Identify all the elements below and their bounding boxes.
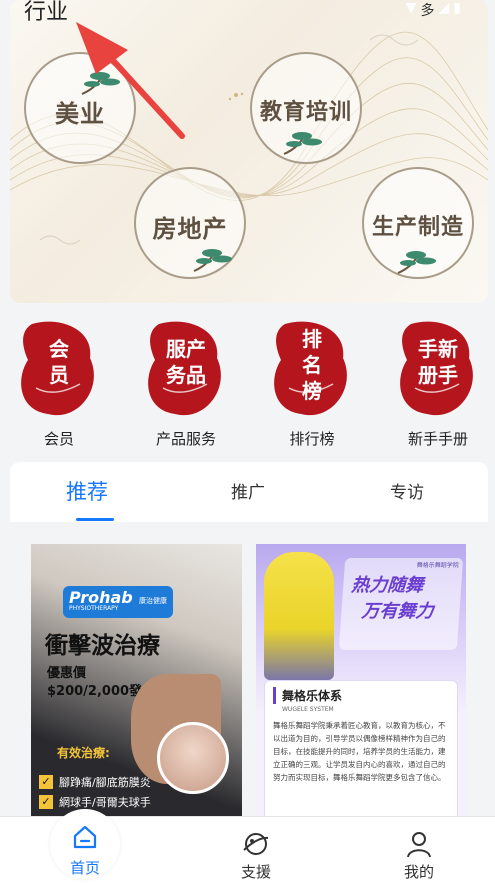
ink-badge-icon: 排名榜	[271, 318, 353, 422]
tab-active-indicator	[76, 518, 114, 521]
brand-name-cn: 康治健康	[139, 597, 167, 605]
treatment-item: ✓ 網球手/哥爾夫球手	[39, 794, 151, 810]
pine-icon	[397, 251, 436, 274]
feed: Prohab 康治健康 PHYSIOTHERAPY 衝擊波治療 優惠價 $200…	[0, 522, 495, 824]
industry-beauty[interactable]: 美业	[24, 52, 136, 164]
ink-text: 会员	[49, 337, 69, 387]
pine-icon	[193, 249, 232, 272]
card-headline: 衝擊波治療	[45, 632, 160, 659]
check-icon: ✓	[39, 795, 53, 809]
bottom-nav: 首页 支援 我的	[0, 809, 495, 885]
nav-mine[interactable]: 我的	[374, 817, 464, 882]
card-title: 舞格乐体系	[273, 687, 449, 704]
feed-card-physio[interactable]: Prohab 康治健康 PHYSIOTHERAPY 衝擊波治療 優惠價 $200…	[31, 544, 242, 824]
treatment-item: ✓ 腳踭痛/腳底筋膜炎	[39, 774, 151, 790]
wifi-icon: ▼	[405, 0, 417, 16]
banner-line-1: 热力随舞	[350, 575, 425, 596]
tab-recommend[interactable]: 推荐	[66, 476, 108, 506]
home-icon	[73, 825, 97, 849]
user-icon	[407, 832, 431, 858]
quick-link-ranking[interactable]: 排名榜 排行榜	[257, 318, 367, 449]
price-value: $200/2,000發	[47, 684, 143, 699]
feed-card-dance[interactable]: 舞格乐舞蹈学院 热力随舞 万有舞力 舞格乐体系 WUGELE SYSTEM 舞格…	[256, 544, 466, 824]
nav-label: 我的	[403, 863, 434, 881]
pine-icon	[283, 132, 322, 155]
ink-text: 排名榜	[302, 327, 322, 403]
ink-badge-icon: 会员	[18, 318, 100, 422]
dance-banner: 舞格乐舞蹈学院 热力随舞 万有舞力	[338, 558, 464, 650]
card-body: 舞格乐舞蹈学院秉承着匠心教育，以教育为核心，不以出道为目的，引导学员以偶像榜样精…	[273, 721, 446, 782]
quick-link-label: 会员	[43, 430, 74, 448]
nav-label: 首页	[69, 859, 100, 877]
treatment-section-label: 有效治療:	[57, 746, 110, 760]
ink-text: 服产务品	[166, 337, 206, 387]
tab-interview[interactable]: 专访	[390, 478, 424, 503]
content-panel: 舞格乐体系 WUGELE SYSTEM 舞格乐舞蹈学院秉承着匠心教育，以教育为核…	[264, 680, 458, 824]
tab-promotion[interactable]: 推广	[231, 478, 265, 503]
ink-text: 手新册手	[418, 337, 458, 387]
planet-icon	[243, 833, 269, 855]
school-logo: 舞格乐舞蹈学院	[416, 562, 459, 569]
industry-manufacturing[interactable]: 生产制造	[362, 167, 474, 279]
dancer-photo	[264, 552, 334, 680]
ink-badge-icon: 服产务品	[145, 318, 227, 422]
battery-icon: ▮	[453, 0, 461, 16]
signal-icon: ◢	[438, 0, 450, 16]
brand-logo: Prohab 康治健康 PHYSIOTHERAPY	[63, 586, 173, 618]
page-title: 行业	[24, 0, 69, 25]
industry-real-estate[interactable]: 房地产	[134, 167, 246, 279]
quick-link-label: 新手手册	[407, 430, 468, 448]
quick-link-member[interactable]: 会员 会员	[4, 318, 114, 449]
nav-support[interactable]: 支援	[211, 817, 301, 882]
quick-link-handbook[interactable]: 手新册手 新手手册	[383, 318, 493, 449]
industry-label: 生产制造	[371, 214, 464, 240]
price-label: 優惠價	[47, 666, 87, 681]
brand-subtitle: PHYSIOTHERAPY	[69, 605, 119, 612]
industry-banner: 美业 教育培训 房地产 生产制造	[10, 0, 488, 303]
therapist-avatar	[157, 722, 229, 794]
industry-label: 教育培训	[259, 99, 352, 125]
quick-links: 会员 会员 服产务品 产品服务 排名榜 排行榜 手新册手 新手手册	[0, 318, 495, 453]
industry-label: 美业	[55, 99, 105, 128]
status-icons: ▼ 多 ◢ ▮	[406, 0, 461, 20]
banner-line-2: 万有舞力	[360, 601, 435, 622]
card-subtitle: WUGELE SYSTEM	[282, 706, 334, 713]
quick-link-product-service[interactable]: 服产务品 产品服务	[131, 318, 241, 449]
ink-badge-icon: 手新册手	[397, 318, 479, 422]
quick-link-label: 产品服务	[155, 430, 216, 448]
nav-home[interactable]: 首页	[40, 817, 130, 878]
nav-label: 支援	[240, 863, 271, 881]
app-root: 美业 教育培训 房地产 生产制造 行业 ▼ 多 ◢ ▮ 会员 会员 服产务品 产…	[0, 0, 495, 885]
content-tabs: 推荐 推广 专访	[10, 462, 488, 522]
status-text: 多	[420, 3, 435, 19]
industry-education[interactable]: 教育培训	[250, 52, 362, 164]
industry-label: 房地产	[152, 214, 228, 243]
check-icon: ✓	[39, 775, 53, 789]
quick-link-label: 排行榜	[289, 430, 335, 448]
